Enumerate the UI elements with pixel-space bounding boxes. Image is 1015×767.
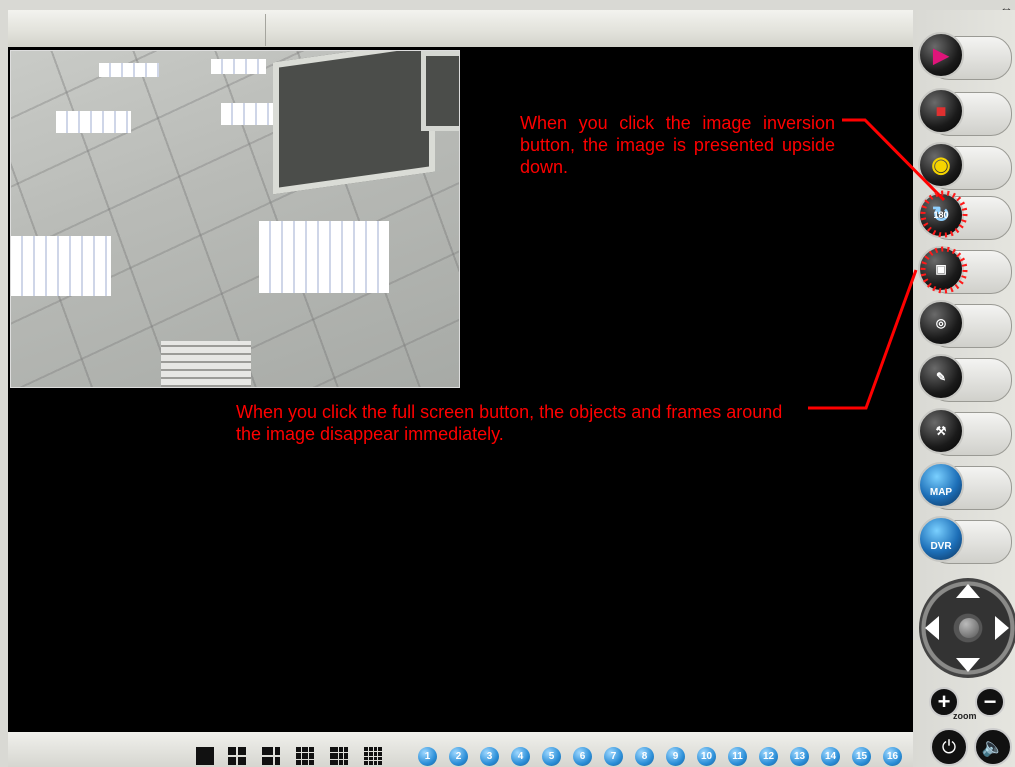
inversion-leader-line bbox=[842, 118, 946, 202]
fullscreen-highlight bbox=[920, 246, 968, 294]
fullscreen-leader-line bbox=[808, 269, 918, 410]
annotation-overlay bbox=[808, 118, 968, 410]
surveillance-client-window: ↔ When you click the image inversion but… bbox=[0, 0, 1015, 767]
